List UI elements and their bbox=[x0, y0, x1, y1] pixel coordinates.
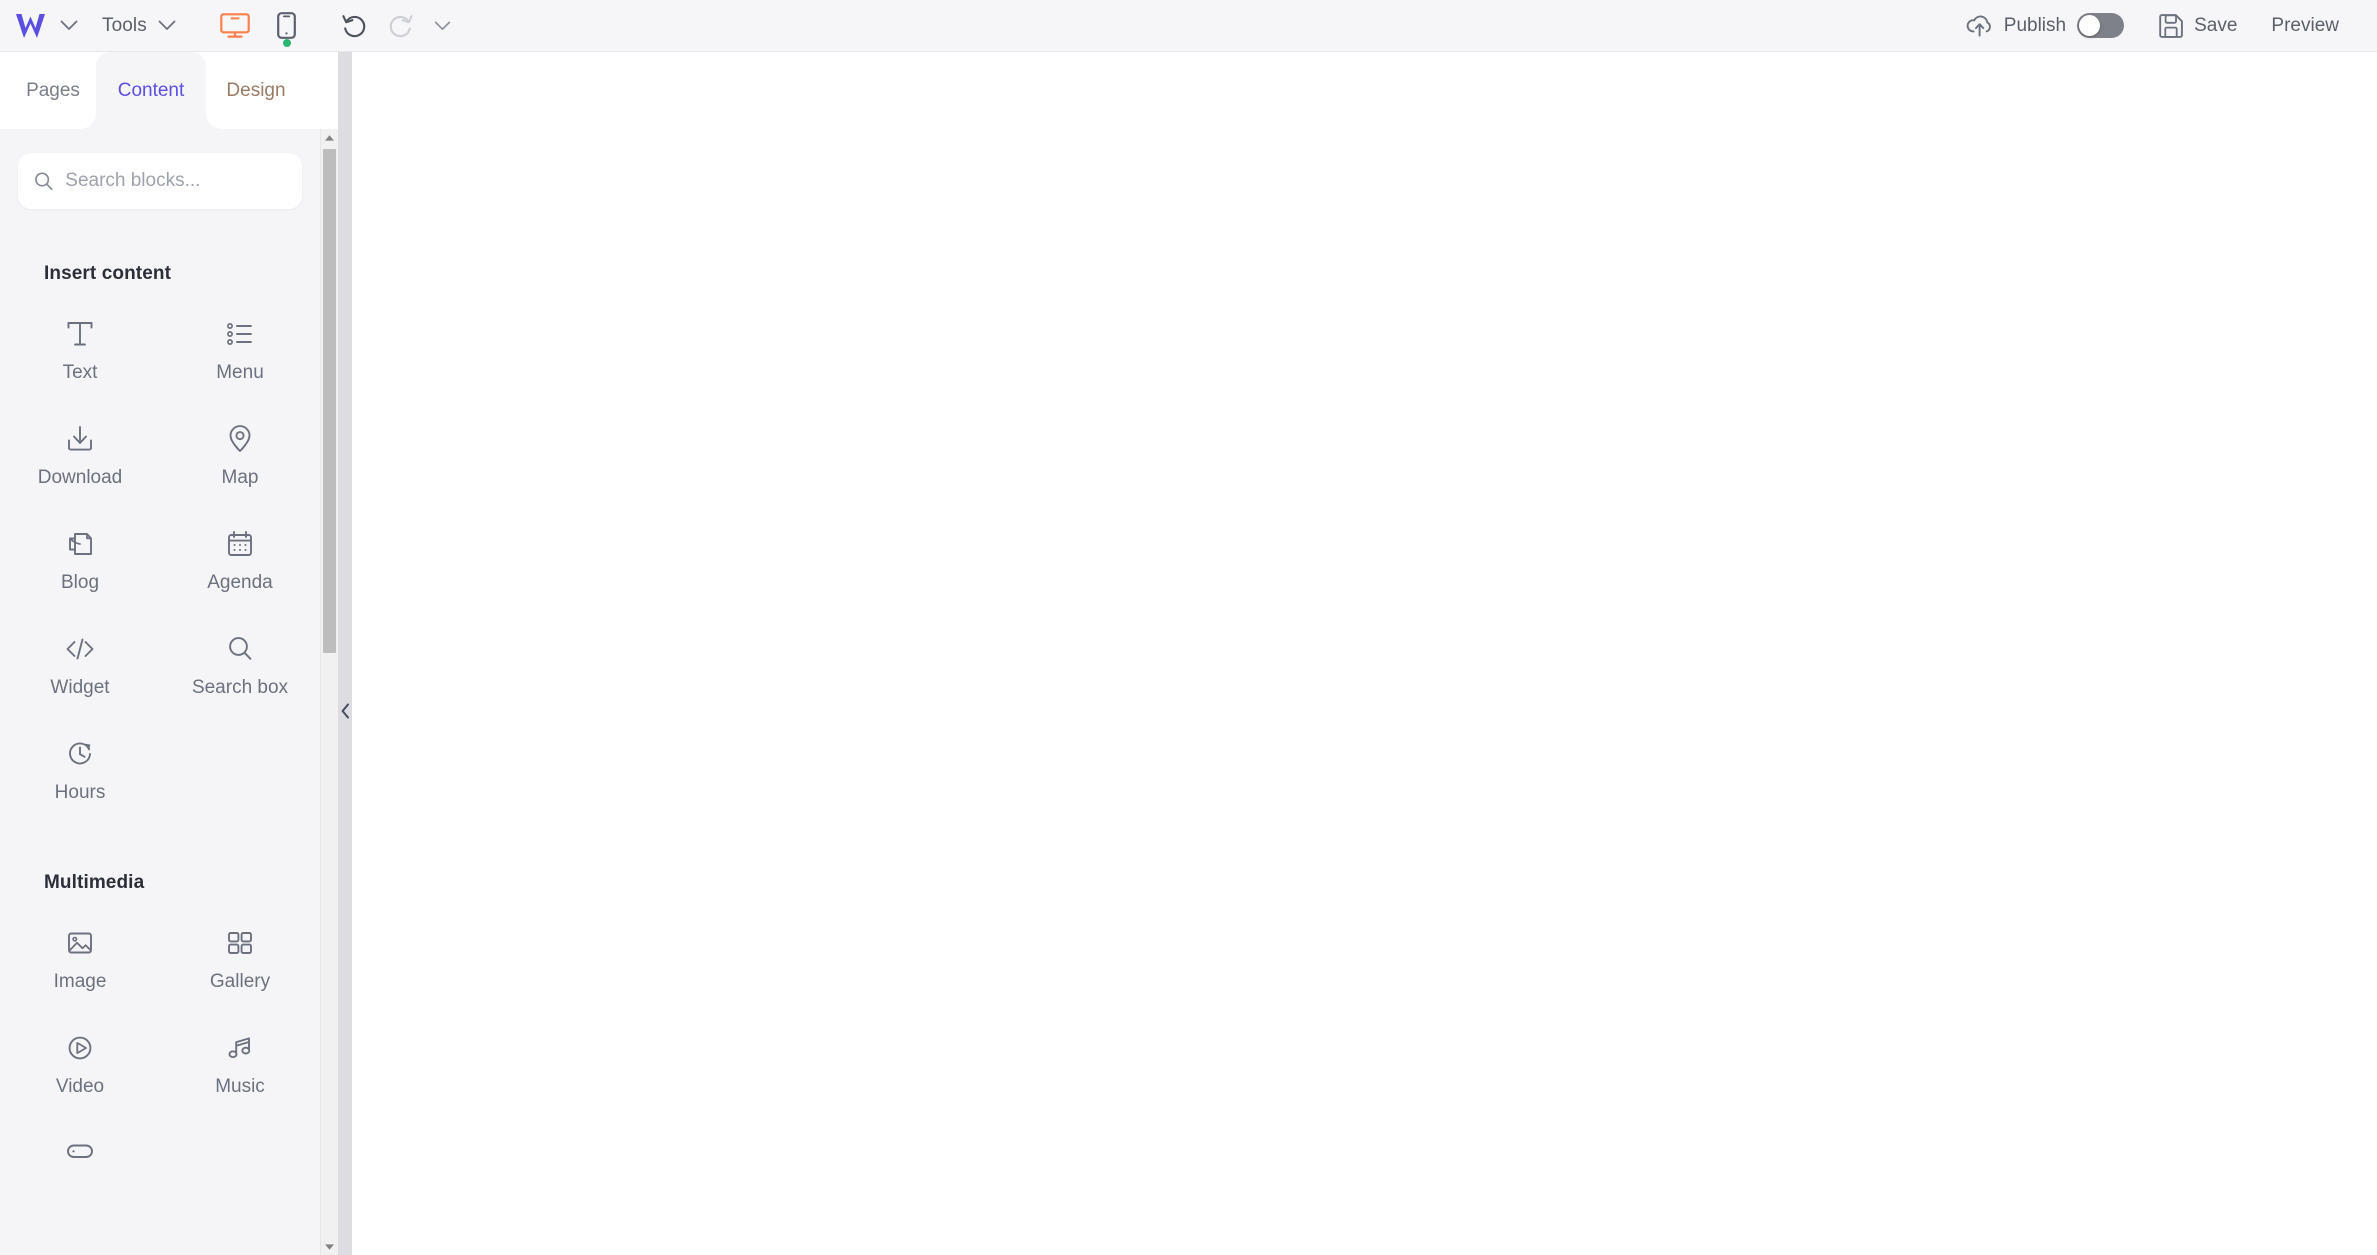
chevron-down-icon bbox=[158, 20, 176, 30]
collapse-panel-button[interactable] bbox=[338, 700, 352, 722]
block-label: Map bbox=[221, 467, 259, 488]
panel-scrollbar[interactable] bbox=[320, 129, 338, 1255]
cloud-upload-icon bbox=[1966, 15, 1991, 37]
floppy-disk-save-icon bbox=[2159, 13, 2183, 38]
magnifier-icon bbox=[223, 630, 257, 668]
block-label: Blog bbox=[60, 572, 100, 593]
block-music[interactable]: Music bbox=[160, 1007, 320, 1112]
left-sidebar-panel: Pages Content Design Insert content bbox=[0, 52, 338, 1255]
app-logo[interactable] bbox=[0, 0, 56, 52]
block-label: Music bbox=[215, 1076, 265, 1097]
chevron-left-icon bbox=[341, 703, 349, 719]
section-title-insert-content: Insert content bbox=[44, 263, 172, 284]
insert-content-grid: Text Menu Download Map Blog Agenda Widge… bbox=[0, 285, 320, 818]
block-map[interactable]: Map bbox=[160, 398, 320, 503]
panel-tabs: Pages Content Design bbox=[0, 52, 338, 129]
block-agenda[interactable]: Agenda bbox=[160, 503, 320, 608]
publish-toggle[interactable] bbox=[2077, 13, 2125, 38]
search-area bbox=[0, 129, 320, 209]
block-search-box[interactable]: Search box bbox=[160, 608, 320, 713]
music-note-icon bbox=[223, 1029, 257, 1067]
block-label: Menu bbox=[216, 362, 264, 383]
tools-label: Tools bbox=[102, 14, 147, 36]
tab-design[interactable]: Design bbox=[216, 52, 296, 129]
blog-page-icon bbox=[63, 525, 97, 563]
play-circle-icon bbox=[63, 1029, 97, 1067]
publish-label: Publish bbox=[2003, 14, 2067, 36]
block-video[interactable]: Video bbox=[0, 1007, 160, 1112]
redo-arrow-icon bbox=[390, 14, 414, 37]
block-label: Download bbox=[37, 467, 123, 488]
preview-button[interactable]: Preview bbox=[2271, 15, 2339, 37]
viewport-toggle-group bbox=[218, 0, 304, 52]
picture-icon bbox=[63, 924, 97, 962]
calendar-icon bbox=[223, 525, 257, 563]
code-brackets-icon bbox=[63, 630, 97, 668]
scroll-down-arrow-icon[interactable] bbox=[321, 1238, 338, 1255]
search-input[interactable] bbox=[65, 170, 286, 192]
map-pin-icon bbox=[223, 420, 257, 458]
section-title-multimedia: Multimedia bbox=[44, 872, 145, 893]
publish-control[interactable]: Publish bbox=[1965, 13, 2125, 38]
webnode-logo-icon bbox=[16, 13, 45, 38]
toolbar-right-group: Publish Save Preview bbox=[1965, 0, 2377, 52]
save-label: Save bbox=[2194, 14, 2238, 36]
block-empty-slot bbox=[160, 1112, 320, 1217]
button-pill-icon bbox=[63, 1134, 97, 1172]
chevron-down-icon bbox=[435, 21, 451, 30]
text-t-icon bbox=[63, 315, 97, 353]
undo-button[interactable] bbox=[340, 11, 370, 41]
search-blocks-box[interactable] bbox=[18, 153, 302, 209]
block-label: Agenda bbox=[207, 572, 273, 593]
chevron-down-icon bbox=[60, 20, 78, 30]
block-label: Search box bbox=[191, 677, 289, 698]
scroll-up-arrow-icon[interactable] bbox=[321, 129, 338, 146]
toggle-knob bbox=[2079, 15, 2101, 36]
block-blog[interactable]: Blog bbox=[0, 503, 160, 608]
block-label: Text bbox=[62, 362, 98, 383]
bullet-list-menu-icon bbox=[223, 315, 257, 353]
block-download[interactable]: Download bbox=[0, 398, 160, 503]
block-gallery[interactable]: Gallery bbox=[160, 902, 320, 1007]
block-widget[interactable]: Widget bbox=[0, 608, 160, 713]
block-text[interactable]: Text bbox=[0, 293, 160, 398]
search-icon bbox=[35, 172, 53, 191]
history-controls bbox=[340, 0, 454, 52]
block-label: Image bbox=[53, 971, 107, 992]
clock-icon bbox=[63, 735, 97, 773]
undo-arrow-icon bbox=[342, 14, 366, 37]
mobile-view-button[interactable] bbox=[270, 7, 304, 47]
mobile-phone-icon bbox=[277, 12, 297, 39]
tab-pages[interactable]: Pages bbox=[14, 52, 92, 129]
block-empty-slot bbox=[160, 713, 320, 818]
block-hours[interactable]: Hours bbox=[0, 713, 160, 818]
block-label: Widget bbox=[50, 677, 110, 698]
panel-scroll-body: Insert content Text bbox=[0, 129, 320, 1255]
redo-button[interactable] bbox=[386, 11, 416, 41]
top-toolbar: Tools Publish Save Preview bbox=[0, 0, 2377, 52]
grid-squares-icon bbox=[223, 924, 257, 962]
panel-divider bbox=[338, 52, 352, 1255]
block-label: Video bbox=[55, 1076, 105, 1097]
tab-content[interactable]: Content bbox=[96, 52, 206, 129]
download-tray-icon bbox=[63, 420, 97, 458]
logo-dropdown-button[interactable] bbox=[56, 0, 82, 52]
page-canvas[interactable] bbox=[352, 52, 2377, 1255]
scrollbar-thumb[interactable] bbox=[323, 149, 336, 653]
block-label: Gallery bbox=[209, 971, 271, 992]
tools-menu-button[interactable]: Tools bbox=[82, 0, 182, 52]
block-menu[interactable]: Menu bbox=[160, 293, 320, 398]
save-button[interactable]: Save bbox=[2158, 13, 2237, 39]
block-label: Hours bbox=[54, 782, 106, 803]
desktop-monitor-icon bbox=[220, 12, 250, 38]
toolbar-left-group: Tools bbox=[0, 0, 454, 52]
block-image[interactable]: Image bbox=[0, 902, 160, 1007]
block-button[interactable] bbox=[0, 1112, 160, 1217]
desktop-view-button[interactable] bbox=[218, 7, 252, 45]
mobile-status-dot bbox=[282, 38, 291, 47]
history-dropdown-button[interactable] bbox=[432, 0, 454, 52]
multimedia-grid: Image Gallery Video Music bbox=[0, 894, 320, 1217]
